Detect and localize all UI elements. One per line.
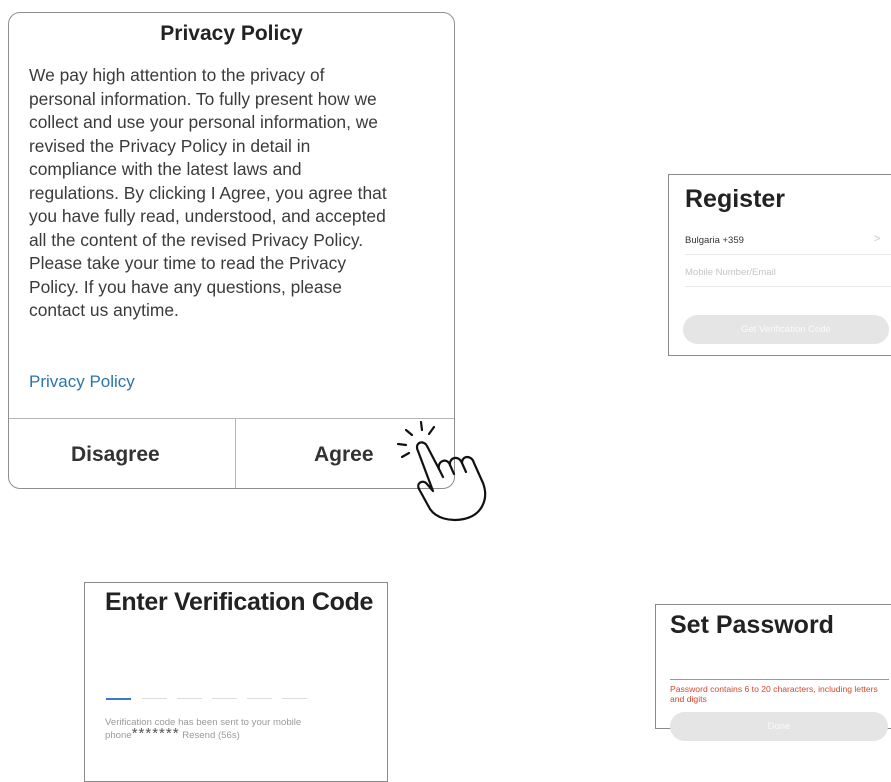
hand-pointer-icon	[396, 420, 487, 522]
body-line: We pay high attention to the privacy of	[29, 65, 325, 85]
disagree-button[interactable]: Disagree	[71, 443, 160, 467]
register-screen: Register Bulgaria +359 > Mobile Number/E…	[668, 174, 891, 356]
code-digit-slot[interactable]	[177, 698, 202, 699]
body-line: Please take your time to read the Privac…	[29, 253, 347, 273]
body-line: you have fully read, understood, and acc…	[29, 206, 386, 226]
verification-title: Enter Verification Code	[105, 588, 374, 616]
privacy-policy-dialog: Privacy Policy We pay high attention to …	[8, 12, 455, 489]
set-password-screen: Set Password Password contains 6 to 20 c…	[655, 604, 891, 741]
divider	[685, 254, 891, 255]
register-title: Register	[685, 185, 786, 213]
code-digit-slot[interactable]	[142, 698, 167, 699]
dialog-divider	[9, 418, 454, 419]
verification-message: Verification code has been sent to your …	[105, 717, 375, 741]
code-digit-slot[interactable]	[282, 698, 307, 699]
code-digit-slot[interactable]	[106, 698, 131, 700]
body-line: compliance with the latest laws and	[29, 159, 302, 179]
dialog-title: Privacy Policy	[160, 22, 303, 45]
body-line: personal information. To fully present h…	[29, 88, 377, 109]
verification-screen: Enter Verification Code Verification cod…	[84, 582, 388, 782]
phone-prefix: phone	[105, 730, 132, 741]
done-button[interactable]: Done	[670, 712, 888, 741]
button-divider	[235, 418, 236, 488]
country-selector[interactable]: Bulgaria +359	[685, 235, 744, 246]
set-password-title: Set Password	[670, 611, 834, 639]
body-line: regulations. By clicking I Agree, you ag…	[29, 182, 387, 203]
code-digit-slot[interactable]	[247, 698, 272, 699]
get-verification-code-button[interactable]: Get Verification Code	[683, 315, 889, 344]
body-line: revised the Privacy Policy in detail in	[29, 135, 311, 156]
phone-line: phone******* Resend (56s)	[105, 725, 375, 742]
chevron-right-icon[interactable]: >	[874, 233, 880, 245]
divider	[685, 286, 891, 287]
resend-link[interactable]: Resend (56s)	[182, 730, 240, 741]
body-line: contact us anytime.	[29, 300, 179, 320]
password-error-message: Password contains 6 to 20 characters, in…	[670, 684, 878, 704]
password-input[interactable]	[670, 679, 889, 680]
agree-button[interactable]: Agree	[314, 443, 374, 467]
dialog-body: We pay high attention to the privacy of …	[29, 64, 449, 323]
body-line: collect and use your personal informatio…	[29, 112, 378, 132]
masked-number: *******	[131, 725, 180, 742]
privacy-policy-link[interactable]: Privacy Policy	[29, 372, 135, 392]
body-line: Policy. If you have any questions, pleas…	[29, 276, 342, 297]
body-line: all the content of the revised Privacy P…	[29, 229, 364, 250]
code-digit-slot[interactable]	[212, 698, 237, 699]
mobile-email-input[interactable]: Mobile Number/Email	[685, 267, 776, 278]
